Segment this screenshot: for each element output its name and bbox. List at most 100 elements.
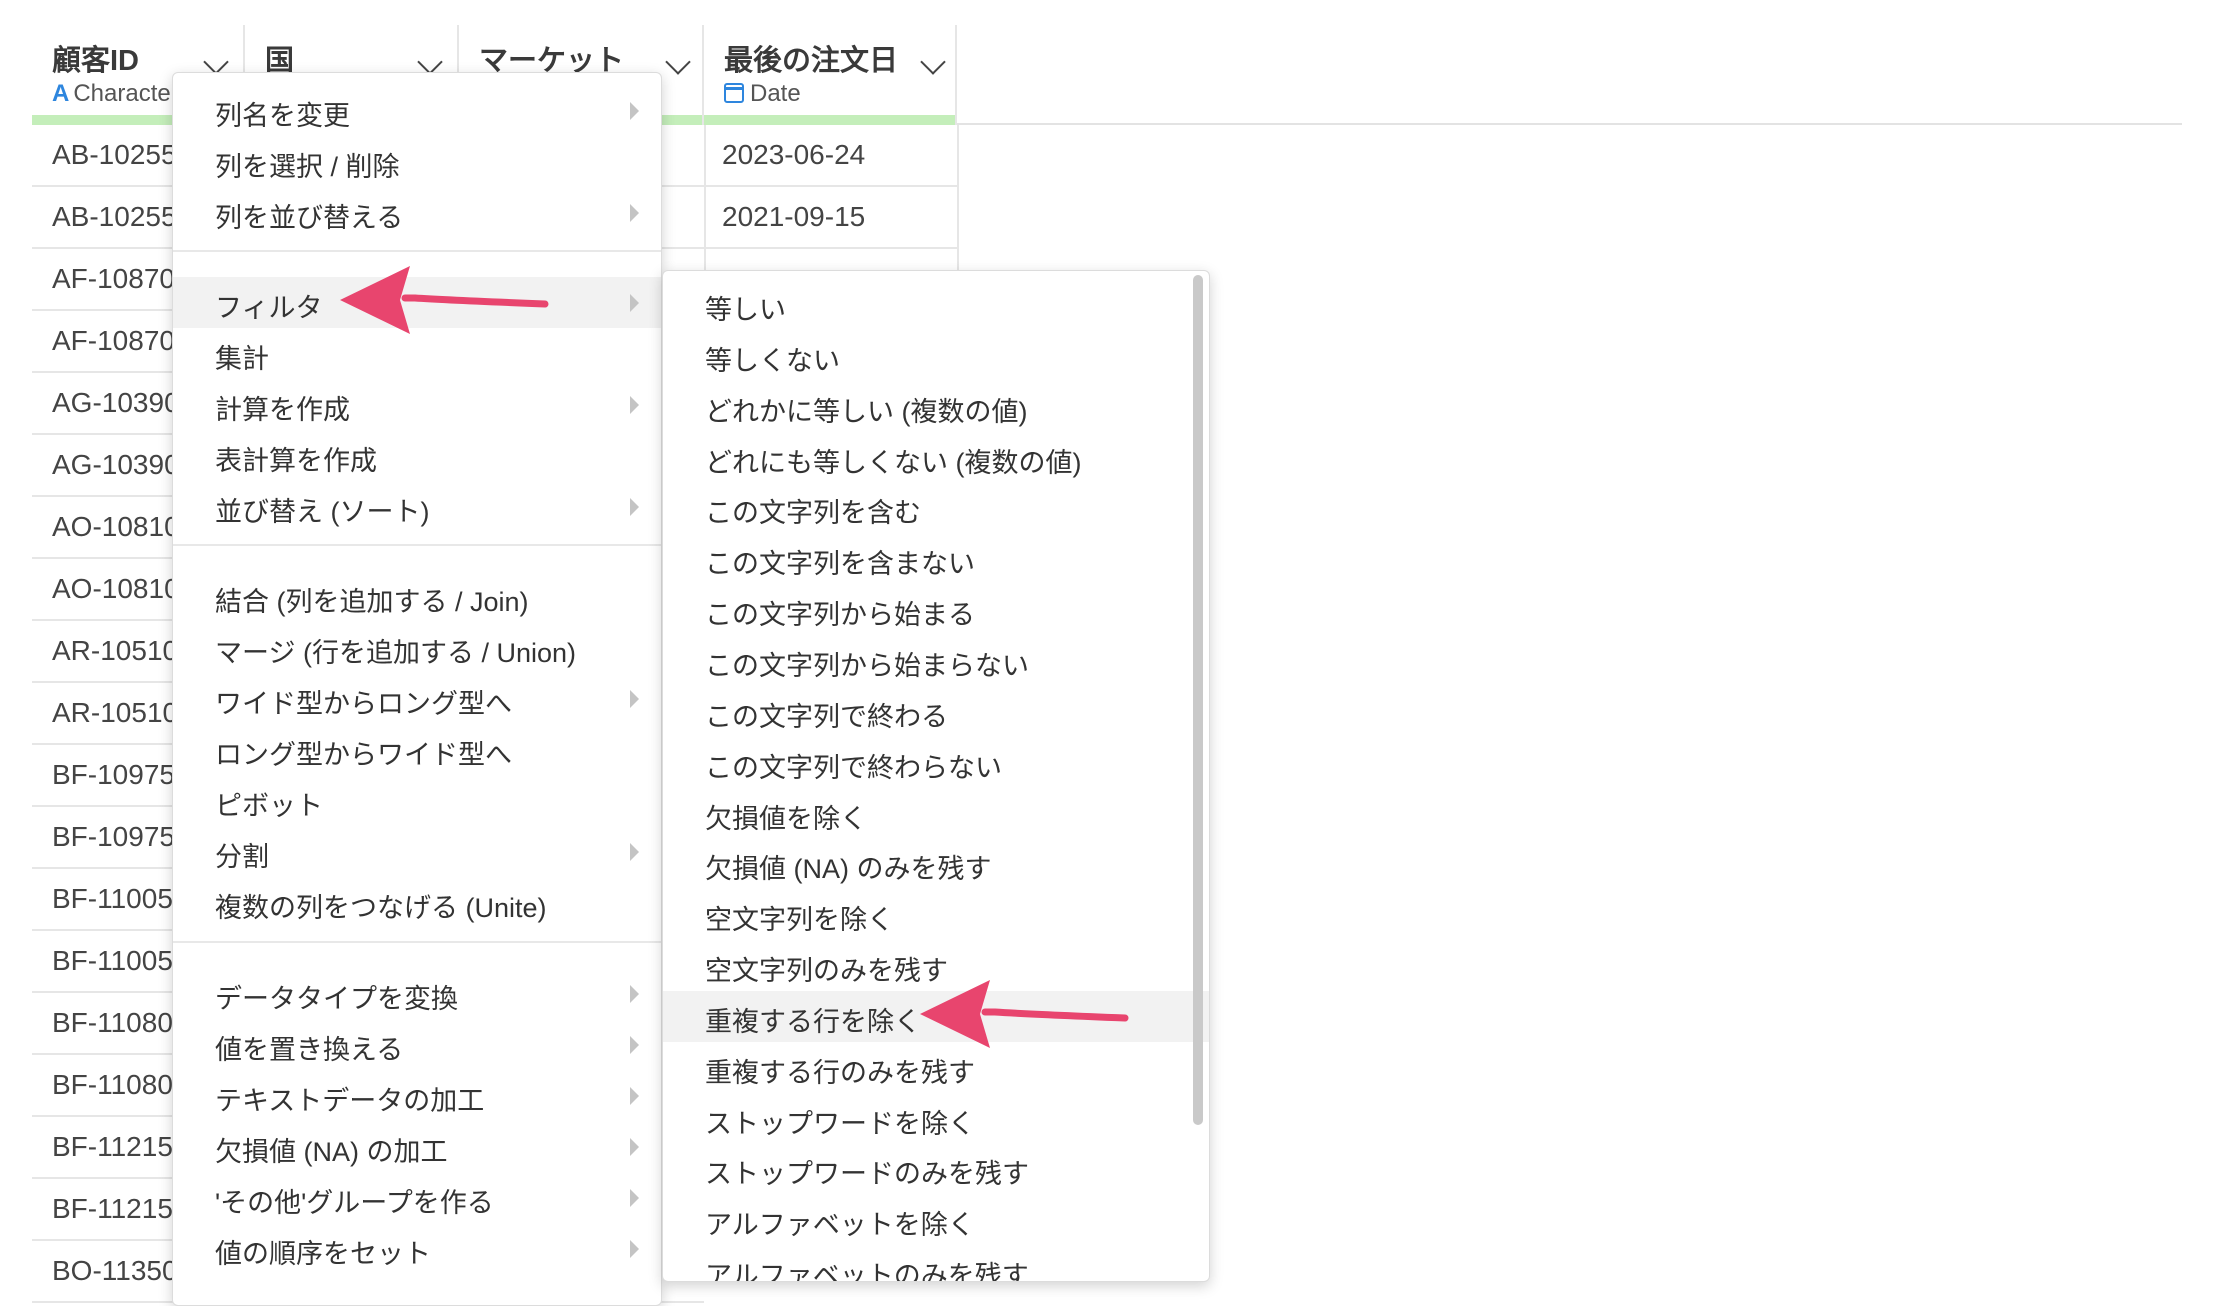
annotation-arrow-icon bbox=[920, 980, 1129, 1048]
menu-item-label: 値を置き換える bbox=[215, 1035, 404, 1065]
submenu-arrow-icon bbox=[630, 1240, 639, 1258]
menu-item[interactable]: 結合 (列を追加する / Join) bbox=[173, 571, 661, 622]
submenu-item-label: この文字列から始まらない bbox=[705, 651, 1029, 681]
chevron-down-icon[interactable] bbox=[203, 49, 229, 75]
menu-item-label: ロング型からワイド型へ bbox=[215, 740, 512, 770]
menu-item[interactable]: 並び替え (ソート) bbox=[173, 481, 661, 532]
menu-item-label: 列を選択 / 削除 bbox=[215, 152, 400, 182]
cell-customer-id: AG-10390 bbox=[52, 387, 180, 418]
submenu-item[interactable]: ストップワードのみを残す bbox=[663, 1143, 1209, 1194]
submenu-arrow-icon bbox=[630, 294, 639, 312]
chevron-down-icon[interactable] bbox=[665, 49, 691, 75]
cell-customer-id: BF-10975 bbox=[52, 759, 175, 790]
submenu-item[interactable]: 空文字列を除く bbox=[663, 889, 1209, 940]
submenu-item-label: 欠損値を除く bbox=[705, 804, 867, 834]
menu-item[interactable]: 欠損値 (NA) の加工 bbox=[173, 1121, 661, 1172]
chevron-down-icon[interactable] bbox=[920, 49, 946, 75]
cell-customer-id: BF-10975 bbox=[52, 821, 175, 852]
cell-customer-id: AB-10255 bbox=[52, 201, 177, 232]
cell-customer-id: AO-10810 bbox=[52, 511, 180, 542]
menu-item[interactable]: マージ (行を追加する / Union) bbox=[173, 622, 661, 673]
menu-item-label: 分割 bbox=[215, 842, 269, 872]
cell-customer-id: AF-10870 bbox=[52, 325, 175, 356]
menu-item[interactable]: ピボット bbox=[173, 775, 661, 826]
menu-item[interactable]: データタイプを変換 bbox=[173, 968, 661, 1019]
submenu-item[interactable]: どれかに等しい (複数の値) bbox=[663, 381, 1209, 432]
submenu-item[interactable]: 欠損値を除く bbox=[663, 788, 1209, 839]
cell-customer-id: AF-10870 bbox=[52, 263, 175, 294]
menu-item[interactable]: 列を選択 / 削除 bbox=[173, 136, 661, 187]
character-type-icon: A bbox=[52, 80, 70, 107]
cell-customer-id: BF-11080 bbox=[52, 1069, 173, 1100]
menu-item-label: 計算を作成 bbox=[215, 395, 350, 425]
cell-customer-id: BO-11350 bbox=[52, 1255, 178, 1286]
submenu-item[interactable]: 等しくない bbox=[663, 330, 1209, 381]
menu-item[interactable]: 複数の列をつなげる (Unite) bbox=[173, 877, 661, 928]
menu-item[interactable]: 列を並び替える bbox=[173, 187, 661, 238]
column-name: 顧客ID bbox=[52, 45, 140, 77]
submenu-arrow-icon bbox=[630, 396, 639, 414]
submenu-item-label: この文字列で終わらない bbox=[705, 753, 1002, 783]
menu-item-label: 表計算を作成 bbox=[215, 446, 377, 476]
submenu-arrow-icon bbox=[630, 690, 639, 708]
submenu-item-label: ストップワードを除く bbox=[705, 1109, 975, 1139]
submenu-item[interactable]: 欠損値 (NA) のみを残す bbox=[663, 838, 1209, 889]
menu-item-label: 値の順序をセット bbox=[215, 1239, 431, 1269]
submenu-item[interactable]: この文字列を含む bbox=[663, 482, 1209, 533]
menu-item-label: ピボット bbox=[215, 791, 323, 821]
submenu-item[interactable]: この文字列から始まらない bbox=[663, 635, 1209, 686]
menu-separator bbox=[173, 544, 661, 546]
submenu-item[interactable]: この文字列を含まない bbox=[663, 533, 1209, 584]
menu-item[interactable]: 値を置き換える bbox=[173, 1019, 661, 1070]
submenu-item-label: どれかに等しい (複数の値) bbox=[705, 397, 1028, 427]
menu-item[interactable]: 値の順序をセット bbox=[173, 1223, 661, 1274]
submenu-arrow-icon bbox=[630, 1189, 639, 1207]
menu-item-label: 列を並び替える bbox=[215, 203, 404, 233]
column-header-last-order-date[interactable]: 最後の注文日 Date bbox=[704, 25, 957, 125]
cell-customer-id: BF-11215 bbox=[52, 1131, 173, 1162]
submenu-item-label: 等しくない bbox=[705, 346, 840, 376]
submenu-item-label: アルファベットを除く bbox=[705, 1210, 975, 1240]
menu-item[interactable]: 表計算を作成 bbox=[173, 430, 661, 481]
menu-separator bbox=[173, 250, 661, 252]
annotation-arrow-icon bbox=[340, 266, 549, 334]
menu-item-label: 複数の列をつなげる (Unite) bbox=[215, 893, 547, 923]
menu-item-label: 欠損値 (NA) の加工 bbox=[215, 1137, 448, 1167]
submenu-item[interactable]: どれにも等しくない (複数の値) bbox=[663, 432, 1209, 483]
column-context-menu: 列名を変更 列を選択 / 削除 列を並び替える フィルタ 集計 計算を作成 表計算を作成 並び… bbox=[172, 72, 662, 1306]
submenu-item[interactable]: アルファベットを除く bbox=[663, 1194, 1209, 1245]
menu-item-label: 結合 (列を追加する / Join) bbox=[215, 587, 529, 617]
menu-item-label: テキストデータの加工 bbox=[215, 1086, 485, 1116]
submenu-item-label: この文字列を含む bbox=[705, 498, 921, 528]
menu-item[interactable]: 計算を作成 bbox=[173, 379, 661, 430]
menu-item-label: データタイプを変換 bbox=[215, 984, 458, 1014]
cell-customer-id: AG-10390 bbox=[52, 449, 180, 480]
cell-customer-id: AB-10255 bbox=[52, 139, 177, 170]
menu-item-label: 列名を変更 bbox=[215, 101, 350, 131]
submenu-item-label: ストップワードのみを残す bbox=[705, 1159, 1029, 1189]
submenu-item-label: 等しい bbox=[705, 295, 786, 325]
submenu-item[interactable]: アルファベットのみを残す bbox=[663, 1245, 1209, 1282]
cell-customer-id: BF-11080 bbox=[52, 1007, 173, 1038]
submenu-arrow-icon bbox=[630, 498, 639, 516]
cell-customer-id: AR-10510 bbox=[52, 635, 179, 666]
submenu-scrollbar[interactable] bbox=[1193, 275, 1203, 1125]
submenu-item[interactable]: この文字列から始まる bbox=[663, 584, 1209, 635]
submenu-item-label: この文字列から始まる bbox=[705, 600, 975, 630]
submenu-item[interactable]: この文字列で終わらない bbox=[663, 737, 1209, 788]
menu-item[interactable]: ワイド型からロング型へ bbox=[173, 673, 661, 724]
menu-item[interactable]: 分割 bbox=[173, 826, 661, 877]
column-type: A Character bbox=[52, 80, 179, 108]
submenu-item-label: アルファベットのみを残す bbox=[705, 1261, 1029, 1282]
calendar-icon bbox=[724, 83, 744, 103]
submenu-item[interactable]: 等しい bbox=[663, 279, 1209, 330]
column-name: 最後の注文日 bbox=[724, 45, 899, 77]
chevron-down-icon[interactable] bbox=[417, 49, 443, 75]
submenu-item[interactable]: この文字列で終わる bbox=[663, 686, 1209, 737]
menu-item[interactable]: 列名を変更 bbox=[173, 85, 661, 136]
menu-item[interactable]: テキストデータの加工 bbox=[173, 1070, 661, 1121]
menu-item[interactable]: 'その他'グループを作る bbox=[173, 1172, 661, 1223]
submenu-item[interactable]: ストップワードを除く bbox=[663, 1093, 1209, 1144]
menu-item[interactable]: ロング型からワイド型へ bbox=[173, 724, 661, 775]
submenu-arrow-icon bbox=[630, 204, 639, 222]
